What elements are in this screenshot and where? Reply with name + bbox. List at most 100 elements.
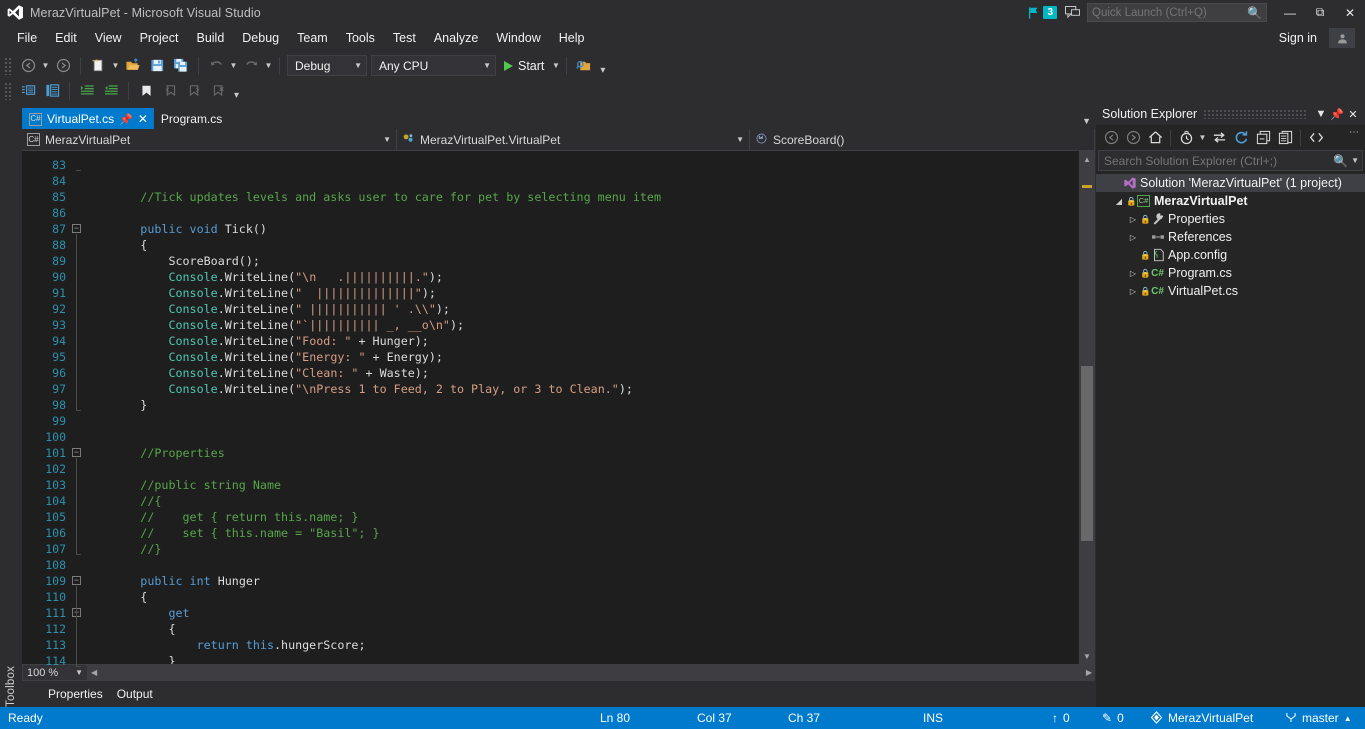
status-branch[interactable]: master ▲ xyxy=(1275,711,1362,725)
code-line[interactable]: //Tick updates levels and asks user to c… xyxy=(84,189,1079,205)
code-line[interactable]: Console.WriteLine("Food: " + Hunger); xyxy=(84,333,1079,349)
redo-icon[interactable] xyxy=(239,55,263,77)
status-publish[interactable]: ↑ 0 xyxy=(1042,711,1080,725)
account-icon[interactable] xyxy=(1329,28,1355,48)
redo-dropdown-icon[interactable]: ▼ xyxy=(263,55,274,77)
outlining-margin[interactable]: −−−− xyxy=(70,151,84,667)
navigate-backward-dropdown-icon[interactable]: ▼ xyxy=(40,55,51,77)
code-line[interactable]: // get { return this.name; } xyxy=(84,509,1079,525)
code-line[interactable]: public int Hunger xyxy=(84,573,1079,589)
code-line[interactable] xyxy=(84,173,1079,189)
chevron-down-icon[interactable]: ▼ xyxy=(1313,108,1329,120)
expand-arrow-closed-icon[interactable]: ▷ xyxy=(1126,233,1140,242)
start-debug-button[interactable]: Start xyxy=(498,55,550,77)
code-line[interactable]: Console.WriteLine(" ||||||||||||||"); xyxy=(84,285,1079,301)
toolbar-grip[interactable] xyxy=(4,56,13,75)
menu-debug[interactable]: Debug xyxy=(233,28,288,48)
code-line[interactable] xyxy=(84,461,1079,477)
navbar-type-dropdown[interactable]: MerazVirtualPet.VirtualPet ▼ xyxy=(397,129,750,150)
undo-icon[interactable] xyxy=(204,55,228,77)
toolbar-overflow-icon[interactable]: ▾ xyxy=(234,90,239,103)
tree-item-virtualpet-cs[interactable]: ▷ 🔒 C# VirtualPet.cs xyxy=(1096,282,1365,300)
chevron-down-icon[interactable]: ▼ xyxy=(1348,156,1359,165)
save-icon[interactable] xyxy=(145,55,169,77)
open-file-icon[interactable] xyxy=(121,55,145,77)
minimize-button[interactable]: — xyxy=(1275,0,1305,25)
code-line[interactable]: Console.WriteLine("\n .||||||||||."); xyxy=(84,269,1079,285)
code-line[interactable]: Console.WriteLine(" ||||||||||| ' .\\"); xyxy=(84,301,1079,317)
code-line[interactable]: } xyxy=(84,397,1079,413)
expand-arrow-closed-icon[interactable]: ▷ xyxy=(1126,269,1140,278)
code-editor[interactable]: 83 84 85 86 87 88 89 90 91 92 93 94 95 96 97 98 99 100 101… xyxy=(22,151,1095,668)
menu-tools[interactable]: Tools xyxy=(337,28,384,48)
toolbar-grip[interactable] xyxy=(4,81,13,100)
toggle-bookmark-icon[interactable] xyxy=(134,80,158,102)
tab-properties[interactable]: Properties xyxy=(48,687,103,701)
tree-item-program-cs[interactable]: ▷ 🔒 C# Program.cs xyxy=(1096,264,1365,282)
editor-horizontal-scrollbar[interactable]: ◀ ▶ xyxy=(88,664,1095,681)
collapse-all-icon[interactable] xyxy=(1252,127,1274,149)
start-dropdown-icon[interactable]: ▼ xyxy=(550,55,561,77)
solution-explorer-search-box[interactable]: 🔍 ▼ xyxy=(1098,150,1363,171)
code-line[interactable]: } xyxy=(84,653,1079,664)
navigate-forward-icon[interactable] xyxy=(51,55,75,77)
new-project-dropdown-icon[interactable]: ▼ xyxy=(110,55,121,77)
save-all-icon[interactable] xyxy=(169,55,193,77)
expand-arrow-closed-icon[interactable]: ▷ xyxy=(1126,287,1140,296)
show-all-files-icon[interactable] xyxy=(1305,127,1327,149)
toolbox-tab[interactable]: Toolbox xyxy=(0,103,22,707)
close-button[interactable]: ✕ xyxy=(1335,0,1365,25)
code-line[interactable]: public void Tick() xyxy=(84,221,1079,237)
tree-item-app-config[interactable]: 🔒 App.config xyxy=(1096,246,1365,264)
menu-file[interactable]: File xyxy=(8,28,46,48)
clear-bookmarks-icon[interactable] xyxy=(206,80,230,102)
code-line[interactable]: // set { this.name = "Basil"; } xyxy=(84,525,1079,541)
pending-changes-dropdown-icon[interactable]: ▼ xyxy=(1197,127,1208,149)
tab-program-cs[interactable]: Program.cs xyxy=(154,108,228,129)
scroll-down-icon[interactable]: ▼ xyxy=(1079,648,1095,664)
scrollbar-thumb[interactable] xyxy=(1081,366,1093,541)
solution-configuration-combo[interactable]: Debug ▼ xyxy=(287,55,367,76)
editor-vertical-scrollbar[interactable]: ▲ ▼ xyxy=(1079,151,1095,664)
scroll-left-icon[interactable]: ◀ xyxy=(91,668,97,677)
code-line[interactable]: { xyxy=(84,621,1079,637)
attach-to-process-icon[interactable] xyxy=(572,55,596,77)
menu-view[interactable]: View xyxy=(86,28,131,48)
code-line[interactable]: //{ xyxy=(84,493,1079,509)
code-line[interactable] xyxy=(84,557,1079,573)
code-line[interactable] xyxy=(84,429,1079,445)
code-line[interactable] xyxy=(84,413,1079,429)
pending-changes-filter-icon[interactable] xyxy=(1175,127,1197,149)
tab-virtualpet-cs[interactable]: C# VirtualPet.cs 📌 ✕ xyxy=(22,108,154,129)
navbar-project-dropdown[interactable]: C# MerazVirtualPet ▼ xyxy=(22,129,397,150)
status-repository[interactable]: MerazVirtualPet xyxy=(1140,711,1263,725)
code-line[interactable]: ScoreBoard(); xyxy=(84,253,1079,269)
chevron-down-icon[interactable]: ▼ xyxy=(1082,116,1091,126)
solution-platform-combo[interactable]: Any CPU ▼ xyxy=(371,55,496,76)
code-line[interactable] xyxy=(84,157,1079,173)
code-line[interactable]: Console.WriteLine("Clean: " + Waste); xyxy=(84,365,1079,381)
panel-drag-handle[interactable] xyxy=(1203,109,1307,119)
solution-explorer-search-input[interactable] xyxy=(1104,153,1334,168)
sign-in-button[interactable]: Sign in xyxy=(1279,31,1317,45)
toolbar-overflow-icon[interactable]: ▾ xyxy=(600,65,605,78)
code-line[interactable]: { xyxy=(84,237,1079,253)
menu-edit[interactable]: Edit xyxy=(46,28,86,48)
feedback-icon[interactable] xyxy=(1063,6,1081,19)
undo-dropdown-icon[interactable]: ▼ xyxy=(228,55,239,77)
code-line[interactable]: //Properties xyxy=(84,445,1079,461)
code-text-area[interactable]: //Tick updates levels and asks user to c… xyxy=(84,151,1079,664)
menu-project[interactable]: Project xyxy=(131,28,188,48)
code-line[interactable] xyxy=(84,205,1079,221)
tree-item-merazvirtualpet[interactable]: ◢ 🔒 C# MerazVirtualPet xyxy=(1096,192,1365,210)
toggle-solution-explorer-icon[interactable] xyxy=(16,80,40,102)
home-icon[interactable] xyxy=(1144,127,1166,149)
forward-icon[interactable] xyxy=(1122,127,1144,149)
collapse-region-icon[interactable]: − xyxy=(72,448,81,457)
next-bookmark-icon[interactable] xyxy=(182,80,206,102)
properties-window-icon[interactable] xyxy=(40,80,64,102)
code-line[interactable]: //} xyxy=(84,541,1079,557)
maximize-button[interactable]: ⧉ xyxy=(1305,0,1335,25)
tab-output[interactable]: Output xyxy=(117,687,153,701)
navbar-member-dropdown[interactable]: ScoreBoard() xyxy=(750,129,1095,150)
